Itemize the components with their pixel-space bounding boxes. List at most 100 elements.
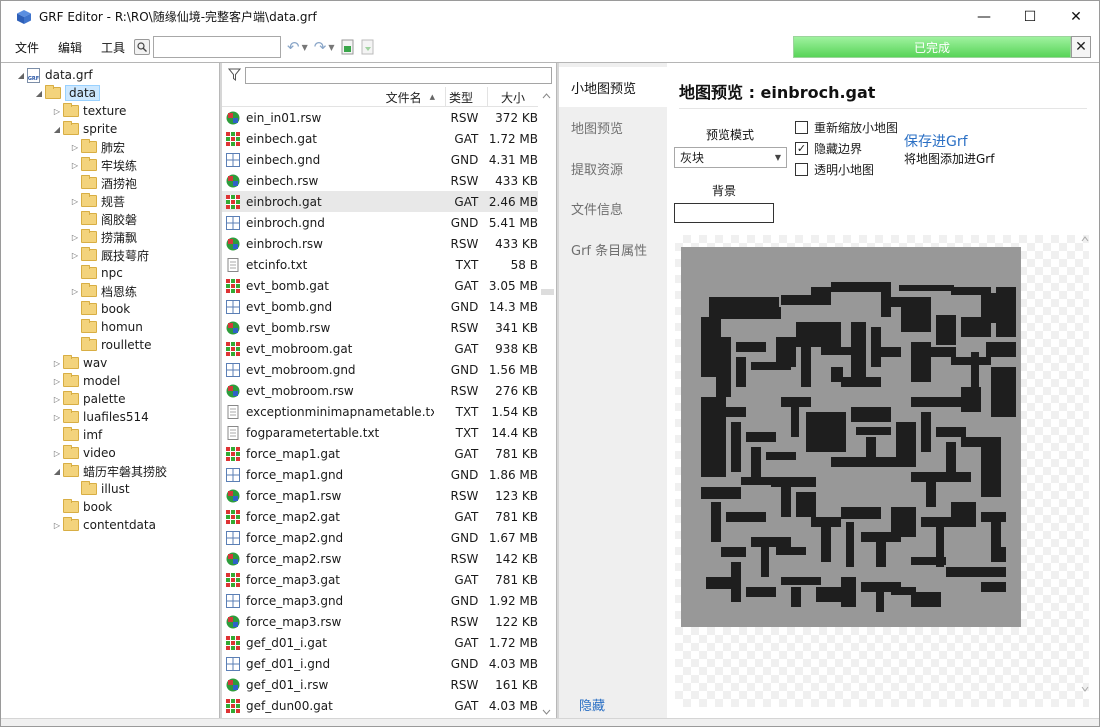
tree-item[interactable]: ▷ texture xyxy=(51,102,126,120)
background-color-picker[interactable] xyxy=(674,203,774,223)
chevron-down-icon[interactable]: ◢ xyxy=(33,89,45,98)
tab-4[interactable]: Grf 条目属性 xyxy=(559,229,667,269)
chevron-right-icon[interactable]: ▷ xyxy=(51,107,63,116)
chevron-right-icon[interactable]: ▷ xyxy=(69,251,81,260)
tree-item[interactable]: ▷ 档恩练 xyxy=(69,282,137,300)
file-row[interactable]: einbroch.gat GAT 2.46 MB xyxy=(222,191,538,212)
tree-item[interactable]: ▷ 肺宏 xyxy=(69,138,125,156)
preview-scrollbar[interactable] xyxy=(1081,235,1089,707)
chevron-right-icon[interactable]: ▷ xyxy=(51,359,63,368)
menu-tools[interactable]: 工具 xyxy=(95,39,131,56)
tree-item[interactable]: roullette xyxy=(69,336,151,354)
tree-item[interactable]: homun xyxy=(69,318,143,336)
tree-item[interactable]: ▷ palette xyxy=(51,390,125,408)
file-row[interactable]: einbech.gnd GND 4.31 MB xyxy=(222,149,538,170)
file-row[interactable]: force_map1.rsw RSW 123 KB xyxy=(222,485,538,506)
chevron-right-icon[interactable]: ▷ xyxy=(51,449,63,458)
rescale-checkbox-row[interactable]: 重新缩放小地图 xyxy=(795,119,898,136)
file-row[interactable]: einbroch.gnd GND 5.41 MB xyxy=(222,212,538,233)
chevron-right-icon[interactable]: ▷ xyxy=(69,143,81,152)
tree-item[interactable]: imf xyxy=(51,426,102,444)
chevron-down-icon[interactable]: ▼ xyxy=(302,43,308,52)
tree-item[interactable]: ▷ video xyxy=(51,444,116,462)
tree-item[interactable]: illust xyxy=(69,480,130,498)
tree-item[interactable]: ◢ data xyxy=(33,84,101,102)
scroll-down-icon[interactable] xyxy=(539,705,554,719)
tree-item[interactable]: ▷ wav xyxy=(51,354,107,372)
chevron-down-icon[interactable]: ◢ xyxy=(15,71,27,80)
chevron-down-icon[interactable]: ◢ xyxy=(51,125,63,134)
hide-link[interactable]: 隐藏 xyxy=(579,695,605,714)
file-row[interactable]: evt_mobroom.rsw RSW 276 KB xyxy=(222,380,538,401)
chevron-right-icon[interactable]: ▷ xyxy=(69,197,81,206)
file-row[interactable]: evt_bomb.gat GAT 3.05 MB xyxy=(222,275,538,296)
extract-file-button[interactable] xyxy=(361,39,375,55)
file-row[interactable]: evt_mobroom.gnd GND 1.56 MB xyxy=(222,359,538,380)
undo-button[interactable]: ↶ ▼ xyxy=(287,38,308,56)
minimize-button[interactable]: — xyxy=(961,1,1007,32)
tree-item[interactable]: ▷ contentdata xyxy=(51,516,156,534)
file-row[interactable]: exceptionminimapnametable.txt TXT 1.54 KB xyxy=(222,401,538,422)
file-row[interactable]: force_map3.rsw RSW 122 KB xyxy=(222,611,538,632)
file-row[interactable]: force_map2.gat GAT 781 KB xyxy=(222,506,538,527)
hide-border-checkbox-row[interactable]: ✓ 隐藏边界 xyxy=(795,140,862,157)
file-list-scrollbar[interactable] xyxy=(539,87,554,719)
chevron-right-icon[interactable]: ▷ xyxy=(51,413,63,422)
redo-button[interactable]: ↷ ▼ xyxy=(314,38,335,56)
column-type[interactable]: 类型 xyxy=(446,87,488,107)
chevron-right-icon[interactable]: ▷ xyxy=(51,395,63,404)
file-row[interactable]: einbech.gat GAT 1.72 MB xyxy=(222,128,538,149)
column-size[interactable]: 大小 xyxy=(488,87,538,107)
menu-file[interactable]: 文件 xyxy=(9,39,45,56)
tab-1[interactable]: 地图预览 xyxy=(559,108,667,148)
chevron-right-icon[interactable]: ▷ xyxy=(69,287,81,296)
tree-root[interactable]: ◢ GRF data.grf xyxy=(15,66,93,84)
scroll-up-icon[interactable] xyxy=(539,89,554,103)
file-row[interactable]: einbech.rsw RSW 433 KB xyxy=(222,170,538,191)
file-row[interactable]: force_map1.gat GAT 781 KB xyxy=(222,443,538,464)
file-row[interactable]: force_map2.rsw RSW 142 KB xyxy=(222,548,538,569)
tree-item[interactable]: ▷ 牢埃练 xyxy=(69,156,137,174)
search-input[interactable] xyxy=(153,36,282,58)
file-row[interactable]: ein_in01.rsw RSW 372 KB xyxy=(222,107,538,128)
file-row[interactable]: evt_mobroom.gat GAT 938 KB xyxy=(222,338,538,359)
chevron-right-icon[interactable]: ▷ xyxy=(51,521,63,530)
file-row[interactable]: gef_dun00.gat GAT 4.03 MB xyxy=(222,695,538,716)
add-file-button[interactable] xyxy=(341,39,355,55)
transparent-checkbox[interactable] xyxy=(795,163,808,176)
tree-item[interactable]: book xyxy=(51,498,112,516)
tree-item[interactable]: book xyxy=(69,300,130,318)
tree-item[interactable]: ▷ 规菩 xyxy=(69,192,125,210)
filter-input[interactable] xyxy=(245,67,552,84)
tree-item[interactable]: ▷ 捞蒲飘 xyxy=(69,228,137,246)
scrollbar-thumb[interactable] xyxy=(541,289,554,295)
file-row[interactable]: gef_d01_i.gat GAT 1.72 MB xyxy=(222,632,538,653)
tab-3[interactable]: 文件信息 xyxy=(559,189,667,229)
chevron-right-icon[interactable]: ▷ xyxy=(51,377,63,386)
file-row[interactable]: force_map1.gnd GND 1.86 MB xyxy=(222,464,538,485)
tree-item[interactable]: 阁胶磐 xyxy=(69,210,137,228)
file-row[interactable]: evt_bomb.gnd GND 14.3 MB xyxy=(222,296,538,317)
rescale-checkbox[interactable] xyxy=(795,121,808,134)
chevron-down-icon[interactable]: ▼ xyxy=(328,43,334,52)
file-row[interactable]: force_map3.gat GAT 781 KB xyxy=(222,569,538,590)
file-row[interactable]: gef_d01_i.gnd GND 4.03 MB xyxy=(222,653,538,674)
close-button[interactable]: ✕ xyxy=(1053,1,1099,32)
file-row[interactable]: force_map2.gnd GND 1.67 MB xyxy=(222,527,538,548)
tab-2[interactable]: 提取资源 xyxy=(559,148,667,188)
progress-close-button[interactable]: ✕ xyxy=(1071,36,1091,58)
tree-item[interactable]: ◢ 蜡历牢磐其捞胶 xyxy=(51,462,167,480)
tree-item[interactable]: ◢ sprite xyxy=(51,120,117,138)
tree-item[interactable]: npc xyxy=(69,264,123,282)
tree-item[interactable]: ▷ model xyxy=(51,372,120,390)
column-name[interactable]: 文件名 ▲ xyxy=(222,87,446,107)
tree-item[interactable]: 酒捞袍 xyxy=(69,174,137,192)
tree-item[interactable]: ▷ 厩技萼府 xyxy=(69,246,149,264)
chevron-right-icon[interactable]: ▷ xyxy=(69,233,81,242)
hide-border-checkbox[interactable]: ✓ xyxy=(795,142,808,155)
menu-edit[interactable]: 编辑 xyxy=(52,39,88,56)
filter-icon[interactable] xyxy=(227,68,242,82)
file-row[interactable]: evt_bomb.rsw RSW 341 KB xyxy=(222,317,538,338)
tree-item[interactable]: ▷ luafiles514 xyxy=(51,408,149,426)
file-row[interactable]: gef_d01_i.rsw RSW 161 KB xyxy=(222,674,538,695)
